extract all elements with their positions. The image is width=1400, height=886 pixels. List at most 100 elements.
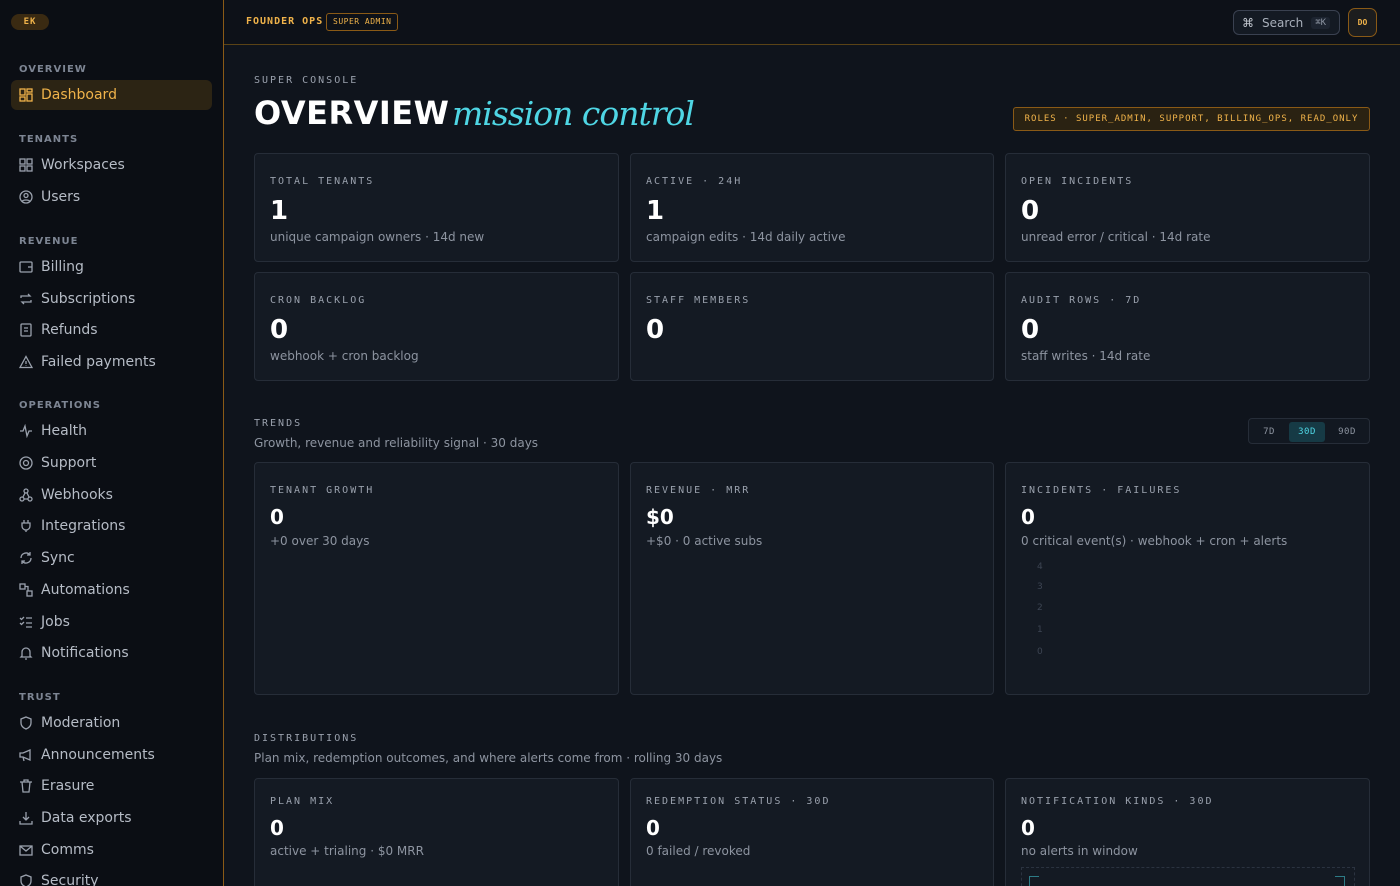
dist-label: NOTIFICATION KINDS · 30D [1021, 796, 1214, 807]
brand-badge[interactable]: EK [11, 14, 49, 30]
sidebar-item-label: Refunds [41, 322, 98, 338]
kpi-label: AUDIT ROWS · 7D [1021, 295, 1142, 306]
sidebar-item-sync[interactable]: Sync [11, 543, 212, 573]
range-7d-button[interactable]: 7D [1251, 422, 1287, 442]
sidebar-item-erasure[interactable]: Erasure [11, 771, 212, 801]
sidebar-item-subscriptions[interactable]: Subscriptions [11, 284, 212, 314]
sidebar-item-webhooks[interactable]: Webhooks [11, 480, 212, 510]
trend-value: 0 [1021, 505, 1035, 529]
corner-bracket-left [1029, 876, 1039, 886]
dist-value: 0 [270, 816, 284, 840]
dist-label: REDEMPTION STATUS · 30D [646, 796, 831, 807]
sidebar-item-label: Integrations [41, 518, 126, 534]
nav-section-operations: OPERATIONS [19, 400, 101, 411]
nav-section-trust: TRUST [19, 692, 61, 703]
shield-check-icon [19, 874, 33, 886]
sidebar-item-label: Sync [41, 550, 75, 566]
axis-tick: 1 [1037, 625, 1043, 635]
sidebar-item-label: Failed payments [41, 354, 156, 370]
kpi-sub: campaign edits · 14d daily active [646, 230, 846, 244]
sidebar-item-announcements[interactable]: Announcements [11, 740, 212, 770]
workflow-icon [19, 583, 33, 597]
search-label: Search [1262, 15, 1304, 30]
command-icon: ⌘ [1242, 15, 1254, 30]
range-toggle: 7D 30D 90D [1248, 418, 1370, 444]
sidebar-item-dashboard[interactable]: Dashboard [11, 80, 212, 110]
trends-subtitle: Growth, revenue and reliability signal ·… [254, 436, 539, 450]
sidebar-item-health[interactable]: Health [11, 416, 212, 446]
page-title: OVERVIEW [254, 94, 450, 132]
kpi-value: 1 [270, 196, 289, 226]
kpi-label: OPEN INCIDENTS [1021, 176, 1134, 187]
kpi-card-total-tenants: TOTAL TENANTS 1 unique campaign owners ·… [254, 153, 619, 262]
topbar: FOUNDER OPS SUPER ADMIN ⌘ Search ⌘K DO [224, 0, 1400, 45]
shield-icon [19, 716, 33, 730]
sidebar-item-label: Jobs [41, 614, 70, 630]
kpi-sub: webhook + cron backlog [270, 349, 419, 363]
sidebar-item-label: Notifications [41, 645, 129, 661]
sidebar-item-moderation[interactable]: Moderation [11, 708, 212, 738]
sidebar-item-label: Billing [41, 259, 84, 275]
trend-label: TENANT GROWTH [270, 485, 375, 496]
dist-sub: 0 failed / revoked [646, 844, 751, 858]
kpi-value: 0 [270, 315, 289, 345]
kpi-sub: unique campaign owners · 14d new [270, 230, 485, 244]
sidebar-item-label: Support [41, 455, 97, 471]
lifebuoy-icon [19, 456, 33, 470]
sidebar-item-users[interactable]: Users [11, 182, 212, 212]
trend-sub: +$0 · 0 active subs [646, 534, 763, 548]
kpi-card-audit-rows: AUDIT ROWS · 7D 0 staff writes · 14d rat… [1005, 272, 1370, 381]
bell-icon [19, 646, 33, 660]
sidebar-item-security[interactable]: Security [11, 866, 212, 886]
sidebar-item-billing[interactable]: Billing [11, 252, 212, 282]
sidebar-item-data-exports[interactable]: Data exports [11, 803, 212, 833]
wallet-icon [19, 260, 33, 274]
roles-badge: ROLES · SUPER_ADMIN, SUPPORT, BILLING_OP… [1013, 107, 1370, 131]
megaphone-icon [19, 748, 33, 762]
sidebar-item-label: Users [41, 189, 81, 205]
sidebar-item-notifications[interactable]: Notifications [11, 638, 212, 668]
axis-tick: 4 [1037, 562, 1043, 572]
sidebar-item-label: Workspaces [41, 157, 125, 173]
sidebar-item-integrations[interactable]: Integrations [11, 511, 212, 541]
sidebar-item-failed-payments[interactable]: Failed payments [11, 347, 212, 377]
avatar[interactable]: DO [1348, 8, 1377, 37]
empty-state-box [1021, 867, 1355, 886]
pulse-icon [19, 424, 33, 438]
kpi-card-active-24h: ACTIVE · 24H 1 campaign edits · 14d dail… [630, 153, 994, 262]
app-title: FOUNDER OPS [246, 16, 324, 27]
dist-sub: active + trialing · $0 MRR [270, 844, 424, 858]
sidebar-item-support[interactable]: Support [11, 448, 212, 478]
axis-tick: 0 [1037, 647, 1043, 657]
webhook-icon [19, 488, 33, 502]
kpi-card-staff-members: STAFF MEMBERS 0 [630, 272, 994, 381]
role-badge: SUPER ADMIN [326, 13, 399, 31]
range-30d-button[interactable]: 30D [1289, 422, 1325, 442]
trend-value: $0 [646, 505, 674, 529]
user-circle-icon [19, 190, 33, 204]
nav-section-revenue: REVENUE [19, 236, 79, 247]
sidebar-item-label: Webhooks [41, 487, 113, 503]
trend-card-revenue-mrr: REVENUE · MRR $0 +$0 · 0 active subs [630, 462, 994, 695]
trends-title: TRENDS [254, 418, 303, 429]
search-shortcut: ⌘K [1311, 16, 1331, 29]
nav-section-overview: OVERVIEW [19, 64, 87, 75]
dist-value: 0 [646, 816, 660, 840]
search-button[interactable]: ⌘ Search ⌘K [1233, 10, 1340, 35]
mail-icon [19, 843, 33, 857]
sidebar-item-automations[interactable]: Automations [11, 575, 212, 605]
receipt-icon [19, 323, 33, 337]
sidebar-item-label: Erasure [41, 778, 95, 794]
building-icon [19, 158, 33, 172]
sidebar-item-jobs[interactable]: Jobs [11, 607, 212, 637]
kpi-value: 0 [646, 315, 665, 345]
sidebar-item-comms[interactable]: Comms [11, 835, 212, 865]
kpi-value: 1 [646, 196, 665, 226]
range-90d-button[interactable]: 90D [1329, 422, 1365, 442]
page-title-italic: mission control [452, 94, 695, 133]
kpi-value: 0 [1021, 196, 1040, 226]
sidebar-item-refunds[interactable]: Refunds [11, 315, 212, 345]
sidebar-item-workspaces[interactable]: Workspaces [11, 150, 212, 180]
dist-value: 0 [1021, 816, 1035, 840]
download-icon [19, 811, 33, 825]
